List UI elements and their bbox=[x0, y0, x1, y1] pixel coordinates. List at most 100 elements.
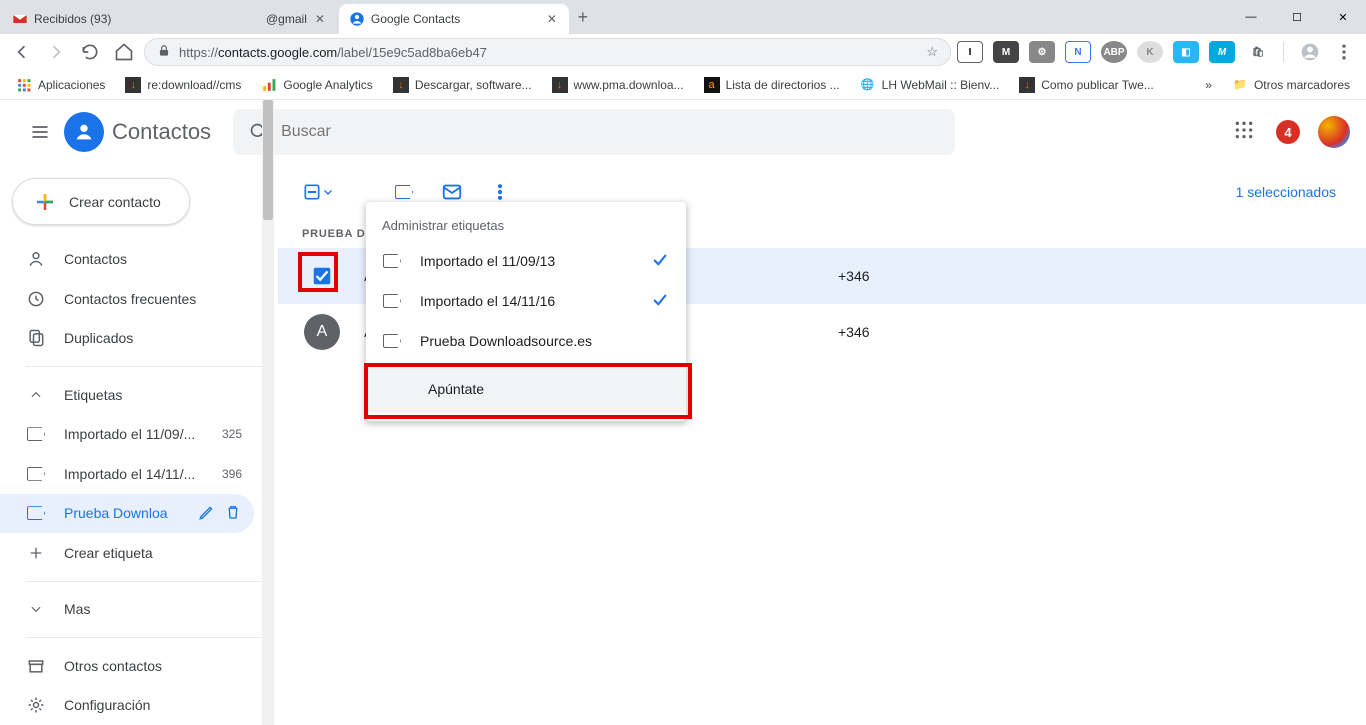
extensions-row: I M ⚙ N ABP K ◧ M 🛍 bbox=[957, 41, 1271, 63]
delete-icon[interactable] bbox=[224, 503, 242, 524]
close-button[interactable]: ✕ bbox=[1320, 1, 1366, 33]
new-tab-button[interactable]: + bbox=[569, 3, 597, 31]
sidebar: Crear contacto Contactos Contactos frecu… bbox=[0, 100, 262, 725]
folder-icon: 📁 bbox=[1232, 77, 1248, 93]
edit-icon[interactable] bbox=[198, 503, 216, 524]
count-badge: 396 bbox=[222, 467, 242, 481]
ext-icon[interactable]: I bbox=[957, 41, 983, 63]
create-contact-button[interactable]: Crear contacto bbox=[12, 178, 190, 225]
sidebar-item-label: Contactos bbox=[64, 251, 127, 267]
dropdown-label-item[interactable]: Prueba Downloadsource.es bbox=[366, 321, 686, 361]
contacts-logo bbox=[64, 112, 104, 152]
sidebar-label-item-active[interactable]: Prueba Downloa bbox=[0, 494, 254, 534]
bookmark-label: Aplicaciones bbox=[38, 78, 105, 92]
sidebar-item-contacts[interactable]: Contactos bbox=[0, 239, 254, 279]
select-all-checkbox[interactable] bbox=[302, 176, 334, 208]
minimize-button[interactable]: — bbox=[1228, 1, 1274, 33]
bookmark-label: Google Analytics bbox=[283, 78, 372, 92]
sidebar-labels-header[interactable]: Etiquetas bbox=[0, 375, 262, 415]
star-icon[interactable]: ☆ bbox=[926, 44, 938, 60]
bookmark-item[interactable]: Google Analytics bbox=[253, 73, 380, 97]
reload-button[interactable] bbox=[76, 38, 104, 66]
chrome-menu-button[interactable] bbox=[1330, 38, 1358, 66]
label-icon bbox=[26, 506, 46, 520]
sidebar-other-contacts[interactable]: Otros contactos bbox=[0, 646, 254, 686]
sidebar-settings[interactable]: Configuración bbox=[0, 686, 254, 725]
home-button[interactable] bbox=[110, 38, 138, 66]
row-avatar[interactable]: A bbox=[302, 312, 342, 352]
bookmark-apps[interactable]: Aplicaciones bbox=[8, 73, 113, 97]
bookmark-label: re:download//cms bbox=[147, 78, 241, 92]
sidebar-more-header[interactable]: Mas bbox=[0, 590, 262, 630]
dropdown-item-label: Prueba Downloadsource.es bbox=[420, 333, 592, 349]
close-icon[interactable]: ✕ bbox=[313, 10, 327, 28]
history-icon bbox=[26, 289, 46, 309]
sidebar-label-item[interactable]: Importado el 14/11/... 396 bbox=[0, 454, 254, 494]
sidebar-item-frequent[interactable]: Contactos frecuentes bbox=[0, 279, 254, 319]
ext-icon[interactable]: 🛍 bbox=[1245, 41, 1271, 63]
sidebar-item-label: Duplicados bbox=[64, 330, 133, 346]
chevron-down-icon bbox=[26, 602, 46, 616]
window-controls: — ☐ ✕ bbox=[1228, 1, 1366, 33]
browser-chrome: Recibidos (93) @gmail ✕ Google Contacts … bbox=[0, 0, 1366, 100]
browser-tab-gmail2[interactable]: @gmail ✕ bbox=[234, 4, 337, 34]
other-bookmarks[interactable]: 📁Otros marcadores bbox=[1224, 73, 1358, 97]
bookmark-item[interactable]: ↓www.pma.downloa... bbox=[544, 73, 692, 97]
bookmark-item[interactable]: ↓Descargar, software... bbox=[385, 73, 540, 97]
sidebar-create-label[interactable]: Crear etiqueta bbox=[0, 533, 254, 573]
label-icon bbox=[382, 334, 402, 348]
hamburger-menu-button[interactable] bbox=[16, 108, 64, 156]
contact-phone: +346 bbox=[838, 324, 1038, 340]
bookmark-item[interactable]: 🌐LH WebMail :: Bienv... bbox=[852, 73, 1008, 97]
favicon: ↓ bbox=[1019, 77, 1035, 93]
forward-button[interactable] bbox=[42, 38, 70, 66]
ext-icon[interactable]: ABP bbox=[1101, 41, 1127, 63]
archive-icon bbox=[26, 656, 46, 676]
dropdown-apply-action[interactable]: Apúntate bbox=[366, 365, 686, 413]
selected-count-label: 1 seleccionados bbox=[1236, 184, 1336, 200]
ext-icon[interactable]: K bbox=[1137, 41, 1163, 63]
more-label: Mas bbox=[64, 601, 90, 617]
browser-tab-gmail[interactable]: Recibidos (93) bbox=[2, 4, 232, 34]
favicon: a bbox=[704, 77, 720, 93]
sidebar-label-item[interactable]: Importado el 11/09/... 325 bbox=[0, 414, 254, 454]
maximize-button[interactable]: ☐ bbox=[1274, 1, 1320, 33]
google-contacts-app: Contactos 4 Crear contacto Contactos Con… bbox=[0, 100, 1366, 725]
favicon bbox=[261, 77, 277, 93]
url-text: https://contacts.google.com/label/15e9c5… bbox=[179, 45, 487, 60]
bookmark-item[interactable]: ↓ Como publicar Twe... bbox=[1011, 73, 1162, 97]
ext-icon[interactable]: M bbox=[1209, 41, 1235, 63]
chevron-up-icon bbox=[26, 388, 46, 402]
dropdown-label-item[interactable]: Importado el 14/11/16 bbox=[366, 281, 686, 321]
address-bar[interactable]: https://contacts.google.com/label/15e9c5… bbox=[144, 38, 951, 66]
sidebar-item-label: Configuración bbox=[64, 697, 150, 713]
chevron-down-icon bbox=[322, 186, 334, 198]
ext-icon[interactable]: ◧ bbox=[1173, 41, 1199, 63]
dropdown-label-item[interactable]: Importado el 11/09/13 bbox=[366, 241, 686, 281]
bookmark-item[interactable]: aLista de directorios ... bbox=[696, 73, 848, 97]
ext-icon[interactable]: N bbox=[1065, 41, 1091, 63]
sidebar-item-label: Otros contactos bbox=[64, 658, 162, 674]
create-contact-label: Crear contacto bbox=[69, 194, 161, 210]
back-button[interactable] bbox=[8, 38, 36, 66]
gmail-icon bbox=[244, 11, 260, 27]
ext-icon[interactable]: M bbox=[993, 41, 1019, 63]
contacts-icon bbox=[349, 11, 365, 27]
ext-icon[interactable]: ⚙ bbox=[1029, 41, 1055, 63]
tabs-row: Recibidos (93) @gmail ✕ Google Contacts … bbox=[0, 0, 1366, 34]
profile-icon[interactable] bbox=[1296, 38, 1324, 66]
dropdown-item-label: Importado el 14/11/16 bbox=[420, 293, 555, 309]
sidebar-item-duplicates[interactable]: Duplicados bbox=[0, 318, 254, 358]
browser-tab-contacts[interactable]: Google Contacts ✕ bbox=[339, 4, 569, 34]
row-checkbox[interactable] bbox=[302, 256, 342, 296]
main-content: 1 seleccionados PRUEBA DOW A. ail.com +3… bbox=[262, 100, 1366, 725]
favicon: 🌐 bbox=[860, 77, 876, 93]
close-icon[interactable]: ✕ bbox=[545, 10, 559, 28]
bookmark-label: Descargar, software... bbox=[415, 78, 532, 92]
bookmarks-overflow[interactable]: » bbox=[1197, 74, 1220, 96]
favicon: ↓ bbox=[552, 77, 568, 93]
sidebar-item-label: Crear etiqueta bbox=[64, 545, 153, 561]
bookmark-item[interactable]: ↓re:download//cms bbox=[117, 73, 249, 97]
gmail-icon bbox=[12, 11, 28, 27]
bookmark-label: Como publicar Twe... bbox=[1041, 78, 1154, 92]
